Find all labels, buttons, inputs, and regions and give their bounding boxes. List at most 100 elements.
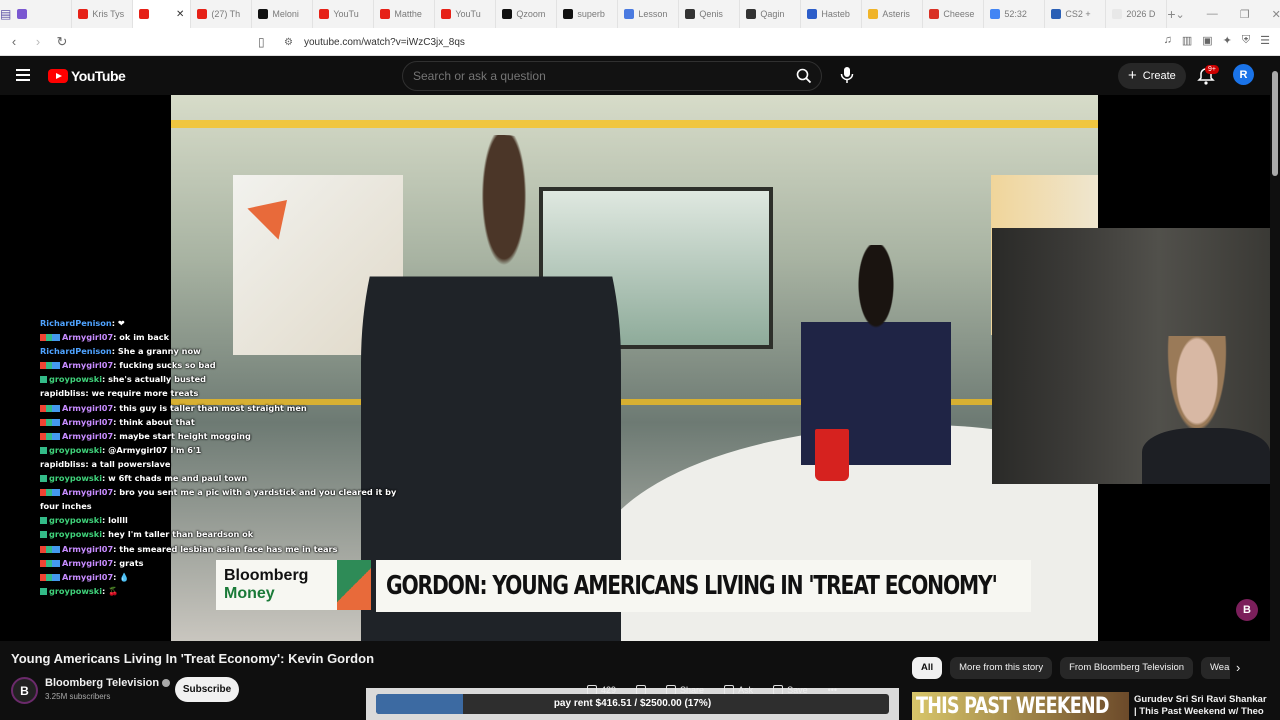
chips-next-chevron-icon[interactable]: › [1236,660,1240,675]
browser-tab[interactable]: Qenis [679,0,741,28]
browser-tab[interactable]: CS2 + [1045,0,1107,28]
chat-badge-icon [40,418,60,426]
filter-chip[interactable]: All [912,657,943,679]
youtube-logo[interactable]: YouTube [48,68,126,84]
browser-tab[interactable]: Lesson [618,0,680,28]
create-button[interactable]: + Create [1118,63,1186,89]
site-info-icon[interactable]: ⚙ [284,37,304,48]
minimize-icon[interactable]: — [1207,8,1218,21]
chat-username: Armygirl07 [62,332,114,343]
stream-chat-overlay: RichardPenison: ❤ Armygirl07: ok im back R… [40,316,420,598]
toolbar-icons: ♫ ▥ ▣ ✦ ⛨ ☰ [1164,34,1270,47]
channel-name-row[interactable]: Bloomberg Television [45,677,171,689]
chat-badge-icon [40,517,47,525]
tab-label: Matthe [394,9,422,19]
tab-close-icon[interactable]: ✕ [176,9,184,20]
browser-tab[interactable]: Qagin [740,0,802,28]
chyron-headline: GORDON: YOUNG AMERICANS LIVING IN 'TREAT… [386,571,998,601]
browser-tab[interactable]: YouTu [435,0,497,28]
search-button[interactable] [793,65,815,87]
browser-tab[interactable]: ✕ [133,0,192,28]
address-bar: ‹ › ↻ ▯ ⚙ youtube.com/watch?v=iWzC3jx_8q… [0,28,1280,77]
channel-avatar[interactable]: B [11,677,38,704]
channel-watermark[interactable]: B [1236,599,1258,621]
tab-favicon-icon [197,9,208,19]
chat-text: 🍒 [108,585,119,596]
browser-tab[interactable]: 52:32 [984,0,1046,28]
url-text[interactable]: youtube.com/watch?v=iWzC3jx_8qs [304,37,465,48]
chat-message: groypowski: 🍒 [40,584,420,598]
url-field[interactable]: ▯ ⚙ youtube.com/watch?v=iWzC3jx_8qs [258,32,958,52]
recommended-video-title[interactable]: Gurudev Sri Sri Ravi Shankar | This Past… [1134,694,1270,718]
chat-message: Armygirl07: grats [40,556,420,570]
new-tab-button[interactable]: + [1167,6,1175,22]
chat-username: RichardPenison [40,318,112,328]
browser-tab[interactable]: Matthe [374,0,436,28]
tab-favicon-icon [685,9,696,19]
close-window-icon[interactable]: ✕ [1272,8,1280,21]
search-input[interactable] [413,69,773,83]
wallet-icon[interactable]: ▣ [1202,34,1212,47]
browser-tab[interactable]: Meloni [252,0,314,28]
tab-favicon-icon [17,9,28,19]
leo-icon[interactable]: ✦ [1223,34,1232,47]
guide-menu-icon[interactable] [16,69,30,81]
chevron-down-icon[interactable]: ⌄ [1176,8,1185,21]
browser-tab[interactable]: Qzoom [496,0,558,28]
rent-goal-overlay: pay rent $416.51 / $2500.00 (17%) [366,688,899,720]
rent-progress-text: pay rent $416.51 / $2500.00 (17%) [553,698,712,709]
tab-label: Lesson [638,9,668,19]
restore-icon[interactable]: ❐ [1240,8,1250,21]
chat-badge-icon [40,489,60,497]
create-label: Create [1142,70,1176,82]
filter-chip[interactable]: Wealth [1201,657,1230,679]
chat-username: groypowski [49,529,103,540]
scrollbar-thumb[interactable] [1272,71,1278,176]
bookmark-icon[interactable]: ▯ [258,35,284,49]
tab-favicon-icon [380,9,391,19]
browser-tab[interactable]: Cheese [923,0,985,28]
subscribe-button[interactable]: Subscribe [175,677,239,702]
browser-menu-icon[interactable]: ▤ [0,0,11,28]
subscriber-count: 3.25M subscribers [45,692,111,701]
youtube-play-icon [48,69,68,83]
browser-tab[interactable]: superb [557,0,619,28]
chat-text: think about that [119,416,195,427]
media-icon[interactable]: ♫ [1164,34,1172,47]
browser-tab[interactable]: (27) Th [191,0,253,28]
tab-label: Qagin [760,9,785,19]
chat-message: Armygirl07: maybe start height mogging [40,429,420,443]
chat-username: RichardPenison [40,346,112,357]
recommended-video-thumbnail[interactable]: THIS PAST WEEKEND [912,692,1129,720]
back-icon[interactable]: ‹ [4,34,24,49]
browser-menu-hamburger-icon[interactable]: ☰ [1260,34,1270,47]
sidebar-icon[interactable]: ▥ [1182,34,1192,47]
page-scrollbar[interactable] [1270,57,1280,720]
chat-message: groypowski: she's actually busted [40,372,420,386]
channel-name[interactable]: Bloomberg Television [45,677,159,689]
chat-username: Armygirl07 [62,430,114,441]
vpn-icon[interactable]: ⛨ [1242,34,1250,47]
filter-chip[interactable]: More from this story [950,657,1053,679]
chat-message: groypowski: hey I'm taller than beardson… [40,527,420,541]
browser-tab[interactable]: Kris Tys [72,0,134,28]
reload-icon[interactable]: ↻ [52,34,72,50]
video-player[interactable]: Bloomberg Money GORDON: YOUNG AMERICANS … [0,95,1270,641]
notifications-badge: 9+ [1205,65,1219,74]
chat-badge-icon [40,376,47,384]
browser-tab[interactable] [11,0,73,28]
browser-tab[interactable]: Hasteb [801,0,863,28]
chat-badge-icon [40,531,47,539]
chat-username: groypowski [49,444,103,455]
browser-tab[interactable]: YouTu [313,0,375,28]
browser-tab[interactable]: Asteris [862,0,924,28]
filter-chip[interactable]: From Bloomberg Television [1060,657,1194,679]
chat-message: Armygirl07: fucking sucks so bad [40,358,420,372]
forward-icon[interactable]: › [28,34,48,49]
chat-username: Armygirl07 [62,557,114,568]
chat-message: Armygirl07: this guy is taller than most… [40,401,420,415]
account-avatar[interactable]: R [1233,64,1254,85]
coffee-cup [815,429,849,481]
voice-search-button[interactable] [834,61,860,89]
browser-tab[interactable]: 2026 D [1106,0,1168,28]
